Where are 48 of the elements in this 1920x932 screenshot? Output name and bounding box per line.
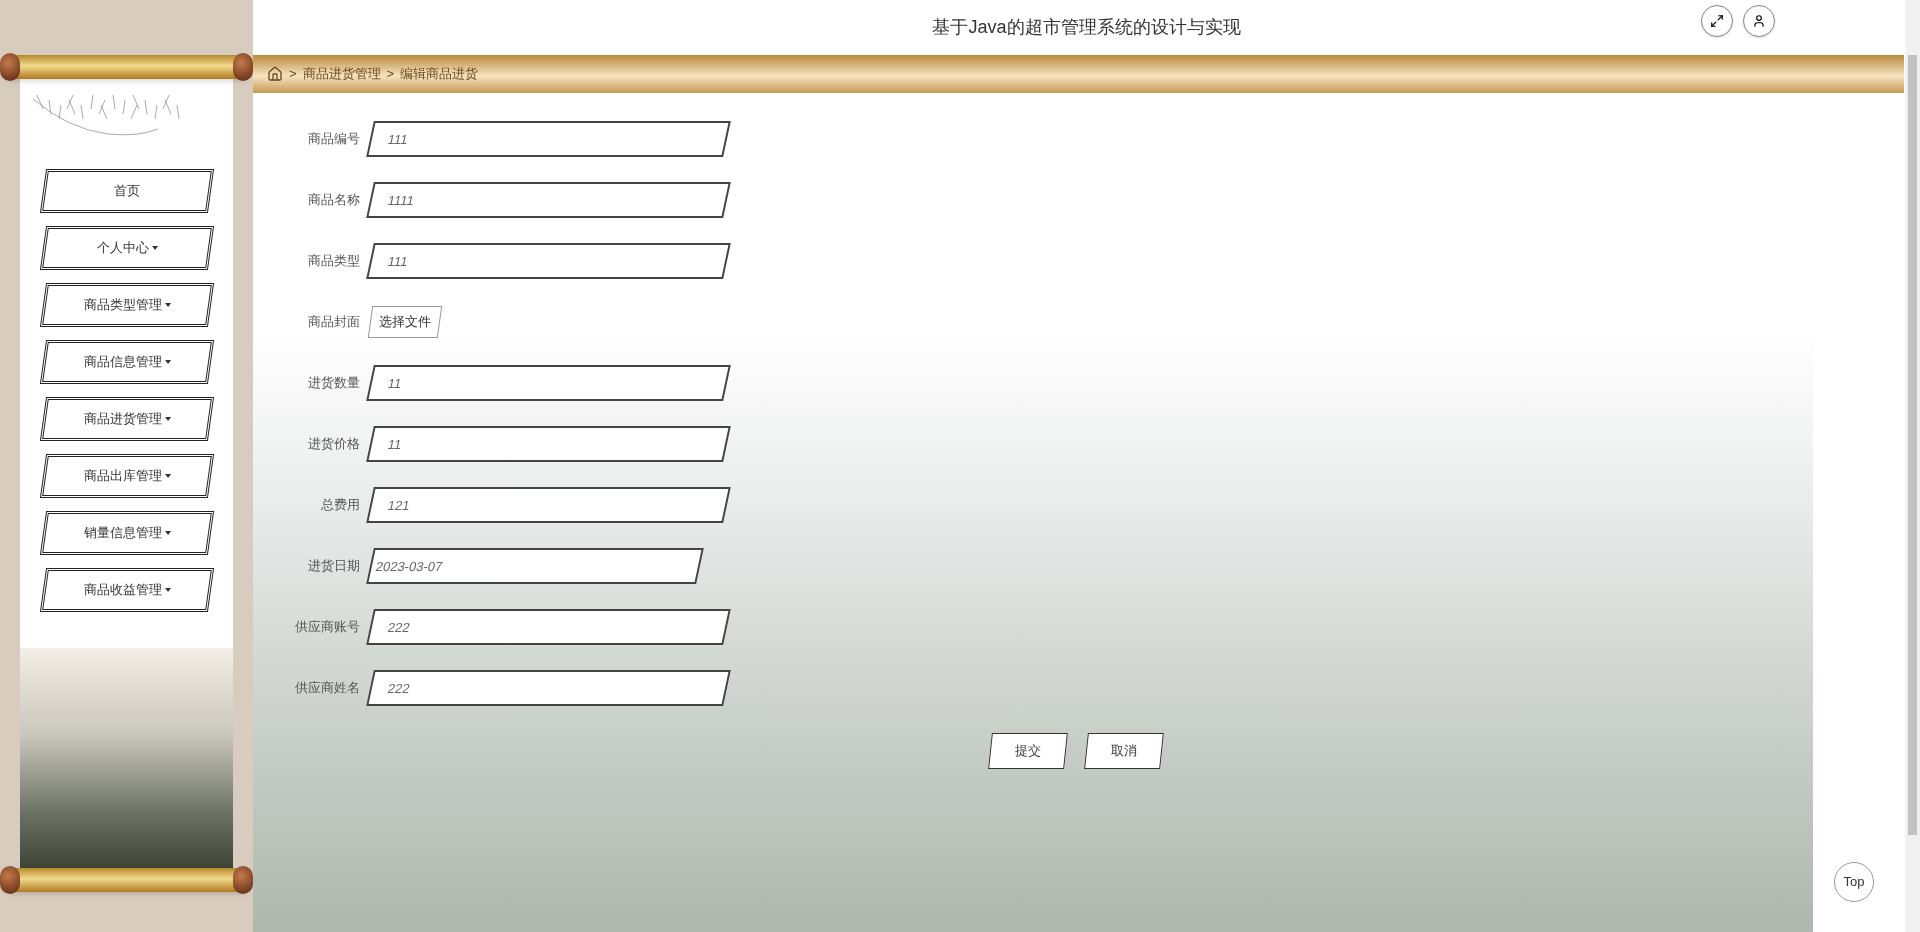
sidebar-menu-item[interactable]: 商品收益管理 bbox=[39, 568, 214, 612]
user-button[interactable] bbox=[1743, 5, 1775, 37]
caret-icon bbox=[164, 303, 170, 307]
submit-button[interactable]: 提交 bbox=[988, 733, 1068, 769]
caret-icon bbox=[164, 417, 170, 421]
field-label: 总费用 bbox=[320, 496, 360, 515]
sidebar-menu-item[interactable]: 商品类型管理 bbox=[39, 283, 214, 327]
field-label: 进货日期 bbox=[307, 557, 360, 576]
user-icon bbox=[1752, 14, 1766, 28]
fullscreen-button[interactable] bbox=[1701, 5, 1733, 37]
input-field[interactable]: 1111 bbox=[366, 182, 731, 218]
system-title: 基于Java的超市管理系统的设计与实现 bbox=[932, 16, 1241, 39]
sidebar-menu-item[interactable]: 首页 bbox=[39, 169, 214, 213]
field-label: 商品名称 bbox=[307, 191, 360, 210]
sidebar-menu-item[interactable]: 销量信息管理 bbox=[39, 511, 214, 555]
field-label: 供应商账号 bbox=[294, 618, 360, 637]
breadcrumb-link[interactable]: 商品进货管理 bbox=[302, 64, 381, 84]
sidebar-menu-item[interactable]: 商品信息管理 bbox=[39, 340, 214, 384]
input-field[interactable]: 121 bbox=[366, 487, 731, 523]
input-field[interactable]: 11 bbox=[366, 426, 731, 462]
field-label: 进货数量 bbox=[307, 374, 360, 393]
field-label: 商品类型 bbox=[307, 252, 360, 271]
sidebar-menu-item[interactable]: 商品进货管理 bbox=[39, 397, 214, 441]
caret-icon bbox=[151, 246, 157, 250]
field-label: 商品封面 bbox=[307, 313, 360, 332]
file-choose-button[interactable]: 选择文件 bbox=[367, 306, 443, 338]
expand-arrows-icon bbox=[1710, 14, 1724, 28]
breadcrumb-link[interactable]: 编辑商品进货 bbox=[400, 64, 479, 84]
sidebar-menu-item[interactable]: 个人中心 bbox=[39, 226, 214, 270]
home-icon[interactable] bbox=[267, 66, 283, 82]
cancel-button[interactable]: 取消 bbox=[1084, 733, 1164, 769]
field-label: 商品编号 bbox=[307, 130, 360, 149]
input-field[interactable]: 222 bbox=[366, 670, 731, 706]
breadcrumb-separator: > bbox=[289, 65, 297, 84]
caret-icon bbox=[164, 474, 170, 478]
caret-icon bbox=[164, 588, 170, 592]
back-to-top-button[interactable]: Top bbox=[1834, 862, 1874, 902]
input-field[interactable]: 111 bbox=[366, 121, 731, 157]
input-field[interactable]: 111 bbox=[366, 243, 731, 279]
caret-icon bbox=[164, 360, 170, 364]
sidebar-menu-item[interactable]: 商品出库管理 bbox=[39, 454, 214, 498]
input-field[interactable]: 222 bbox=[366, 609, 731, 645]
caret-icon bbox=[164, 531, 170, 535]
field-label: 进货价格 bbox=[307, 435, 360, 454]
input-field[interactable]: 11 bbox=[366, 365, 731, 401]
field-label: 供应商姓名 bbox=[294, 679, 360, 698]
breadcrumb-separator: > bbox=[386, 65, 395, 84]
date-field[interactable]: 2023-03-07 bbox=[366, 548, 704, 584]
